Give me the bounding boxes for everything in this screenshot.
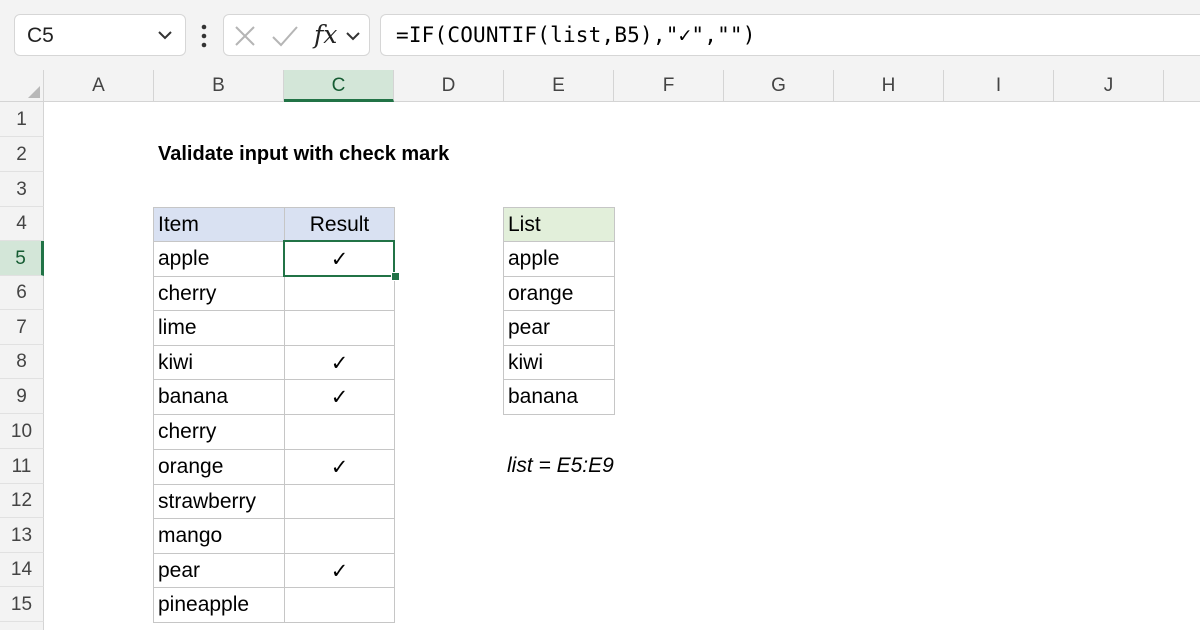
table-row: kiwi ✓ — [153, 345, 395, 380]
item-cell[interactable]: pear — [153, 553, 285, 588]
row-header-13[interactable]: 13 — [0, 518, 44, 553]
column-header-e[interactable]: E — [504, 70, 614, 102]
result-cell[interactable]: ✓ — [284, 553, 395, 588]
row-header-2[interactable]: 2 — [0, 137, 44, 172]
list-cell[interactable]: banana — [503, 379, 615, 415]
item-cell[interactable]: orange — [153, 449, 285, 485]
column-header-i[interactable]: I — [944, 70, 1054, 102]
formula-controls: fx — [223, 14, 370, 56]
column-header-f[interactable]: F — [614, 70, 724, 102]
column-header-g[interactable]: G — [724, 70, 834, 102]
column-header-d[interactable]: D — [394, 70, 504, 102]
list-cell[interactable]: orange — [503, 276, 615, 311]
table-row: banana — [503, 379, 615, 415]
table-row: cherry — [153, 414, 395, 450]
item-cell[interactable]: banana — [153, 379, 285, 415]
formula-text[interactable]: =IF(COUNTIF(list,B5),"✓","") — [396, 23, 756, 47]
item-cell[interactable]: mango — [153, 518, 285, 554]
item-cell[interactable]: cherry — [153, 276, 285, 311]
column-header-c[interactable]: C — [284, 70, 394, 102]
chevron-down-icon[interactable] — [155, 25, 175, 45]
table-row: pear — [503, 310, 615, 346]
row-header-15[interactable]: 15 — [0, 587, 44, 622]
formula-input[interactable]: =IF(COUNTIF(list,B5),"✓","") — [380, 14, 1200, 56]
result-cell[interactable] — [284, 414, 395, 450]
result-cell[interactable] — [284, 276, 395, 311]
column-header-b[interactable]: B — [154, 70, 284, 102]
item-cell[interactable]: pineapple — [153, 587, 285, 623]
fill-handle[interactable] — [391, 272, 400, 281]
table-row: mango — [153, 518, 395, 554]
row-header-4[interactable]: 4 — [0, 207, 44, 241]
item-cell[interactable]: apple — [153, 241, 285, 277]
table-row: apple — [503, 241, 615, 277]
list-cell[interactable]: kiwi — [503, 345, 615, 380]
insert-function-button[interactable]: fx — [314, 20, 337, 49]
row-header-8[interactable]: 8 — [0, 345, 44, 379]
result-header-cell[interactable]: Result — [284, 207, 395, 242]
row-header-14[interactable]: 14 — [0, 553, 44, 587]
enter-check-icon[interactable] — [270, 23, 300, 49]
result-cell[interactable] — [284, 484, 395, 519]
list-cell[interactable]: apple — [503, 241, 615, 277]
column-header-h[interactable]: H — [834, 70, 944, 102]
row-header-5[interactable]: 5 — [0, 241, 44, 276]
row-header-next[interactable] — [0, 622, 44, 630]
list-table: List apple orange pear kiwi banana — [503, 207, 615, 415]
name-box[interactable]: C5 — [14, 14, 186, 56]
row-header-12[interactable]: 12 — [0, 484, 44, 518]
table-row: orange — [503, 276, 615, 311]
row-header-1[interactable]: 1 — [0, 102, 44, 137]
table-row: kiwi — [503, 345, 615, 380]
item-cell[interactable]: cherry — [153, 414, 285, 450]
table-row: lime — [153, 310, 395, 346]
result-cell[interactable]: ✓ — [284, 449, 395, 485]
more-options-icon[interactable] — [199, 22, 209, 50]
select-all-icon — [28, 86, 40, 98]
active-cell-selection — [283, 240, 395, 277]
name-box-value[interactable]: C5 — [27, 24, 54, 48]
select-all-corner[interactable] — [0, 70, 44, 102]
row-header-3[interactable]: 3 — [0, 172, 44, 207]
table-row: orange ✓ — [153, 449, 395, 485]
row-header-9[interactable]: 9 — [0, 379, 44, 414]
result-cell[interactable] — [284, 587, 395, 623]
list-cell[interactable]: pear — [503, 310, 615, 346]
item-header-cell[interactable]: Item — [153, 207, 285, 242]
table-row: pineapple — [153, 587, 395, 623]
cancel-icon[interactable] — [232, 23, 258, 49]
row-header-10[interactable]: 10 — [0, 414, 44, 449]
named-range-note[interactable]: list = E5:E9 — [507, 454, 614, 478]
item-cell[interactable]: strawberry — [153, 484, 285, 519]
table-header-row: List — [503, 207, 615, 242]
column-header-next[interactable] — [1164, 70, 1200, 102]
table-row: strawberry — [153, 484, 395, 519]
table-row: cherry — [153, 276, 395, 311]
table-row: pear ✓ — [153, 553, 395, 588]
result-cell[interactable] — [284, 310, 395, 346]
table-header-row: Item Result — [153, 207, 395, 242]
row-header-11[interactable]: 11 — [0, 449, 44, 484]
item-cell[interactable]: lime — [153, 310, 285, 346]
sheet-title[interactable]: Validate input with check mark — [158, 143, 449, 166]
list-header-cell[interactable]: List — [503, 207, 615, 242]
result-cell[interactable] — [284, 518, 395, 554]
result-cell[interactable]: ✓ — [284, 345, 395, 380]
table-row: banana ✓ — [153, 379, 395, 415]
result-cell[interactable]: ✓ — [284, 379, 395, 415]
chevron-down-icon[interactable] — [343, 26, 363, 46]
row-header-6[interactable]: 6 — [0, 276, 44, 310]
item-cell[interactable]: kiwi — [153, 345, 285, 380]
formula-bar-area: C5 fx =IF(COUNTIF(list,B5),"✓","") — [0, 0, 1200, 70]
column-header-j[interactable]: J — [1054, 70, 1164, 102]
column-header-a[interactable]: A — [44, 70, 154, 102]
row-header-7[interactable]: 7 — [0, 310, 44, 345]
